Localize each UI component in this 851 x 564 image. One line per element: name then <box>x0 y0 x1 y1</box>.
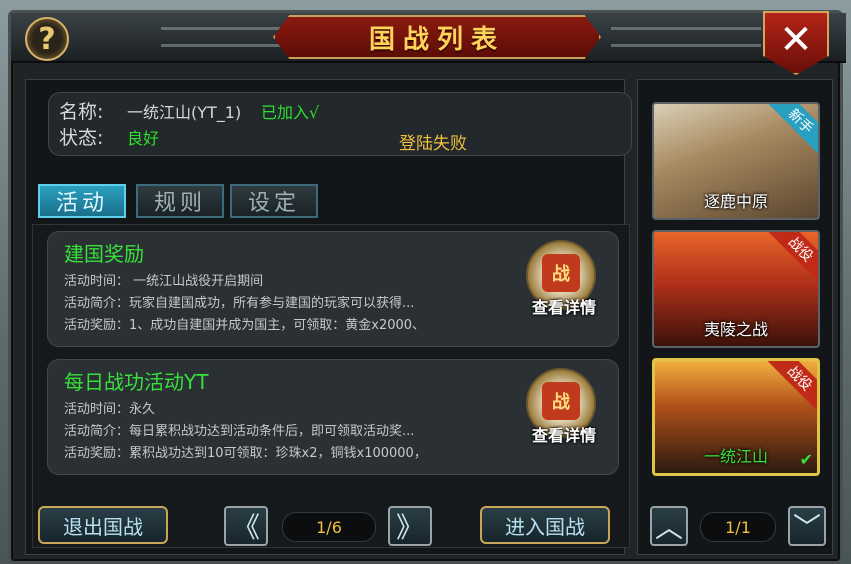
help-icon[interactable]: ? <box>25 17 69 61</box>
activity-intro: 活动简介：玩家自建国成功，所有参与建国的玩家可以获得... <box>64 296 415 311</box>
name-value: 一统江山(YT_1) <box>127 103 242 122</box>
server-thumb-zhulu[interactable]: 新手 逐鹿中原 <box>652 102 820 220</box>
activity-card: 每日战功活动YT 活动时间：永久 活动简介：每日累积战功达到活动条件后，即可领取… <box>47 359 619 475</box>
scroll-up-icon[interactable]: ︿ <box>650 506 688 546</box>
activity-title: 每日战功活动YT <box>64 370 209 394</box>
status-label: 状态: <box>59 127 104 149</box>
view-details-button[interactable]: 查看详情 <box>514 422 614 446</box>
view-details-button[interactable]: 查看详情 <box>514 294 614 318</box>
window-title: 国战列表 <box>368 24 505 55</box>
activity-panel: 名称: 一统江山(YT_1) 已加入√ 状态: 良好 登陆失败 活动 规则 设定… <box>25 79 632 555</box>
activity-title: 建国奖励 <box>64 242 144 266</box>
exit-war-button[interactable]: 退出国战 <box>38 506 168 544</box>
server-thumb-yitong[interactable]: 战役 一统江山 ✔ <box>652 358 820 476</box>
enter-war-button[interactable]: 进入国战 <box>480 506 610 544</box>
close-button[interactable]: ✕ <box>763 11 829 75</box>
activity-time: 活动时间：永久 <box>64 402 156 417</box>
server-tag: 战役 <box>767 361 817 411</box>
server-list-panel: 新手 逐鹿中原 战役 夷陵之战 战役 一统江山 ✔ ︿ 1/1 ﹀ <box>637 79 833 555</box>
activity-reward: 活动奖励：累积战功达到10可领取：珍珠x2，铜钱x100000， <box>64 446 427 461</box>
server-page-indicator: 1/1 <box>700 512 776 542</box>
activity-card: 建国奖励 活动时间： 一统江山战役开启期间 活动简介：玩家自建国成功，所有参与建… <box>47 231 619 347</box>
activity-intro: 活动简介：每日累积战功达到活动条件后，即可领取活动奖... <box>64 424 415 439</box>
server-name: 一统江山 <box>703 447 768 466</box>
login-status: 登陆失败 <box>399 134 467 154</box>
selected-check-icon: ✔ <box>799 450 813 469</box>
title-bar: 国战列表 ? ✕ <box>11 11 846 75</box>
next-page-icon[interactable]: 》 <box>388 506 432 546</box>
scroll-down-icon[interactable]: ﹀ <box>788 506 826 546</box>
server-name: 逐鹿中原 <box>703 192 768 211</box>
activity-reward: 活动奖励：1、成功自建国并成为国主，可领取：黄金x2000、 <box>64 318 426 333</box>
name-label: 名称: <box>59 101 104 123</box>
activity-list: 建国奖励 活动时间： 一统江山战役开启期间 活动简介：玩家自建国成功，所有参与建… <box>32 224 630 548</box>
war-badge-label: 战 <box>542 382 580 420</box>
tab-settings[interactable]: 设定 <box>230 184 318 218</box>
title-plate: 国战列表 <box>273 15 601 59</box>
page-indicator: 1/6 <box>282 512 376 542</box>
server-info-box: 名称: 一统江山(YT_1) 已加入√ 状态: 良好 登陆失败 <box>48 92 632 156</box>
joined-status: 已加入√ <box>261 103 320 122</box>
server-tag: 新手 <box>768 104 818 154</box>
war-badge-label: 战 <box>542 254 580 292</box>
activity-time: 活动时间： 一统江山战役开启期间 <box>64 274 264 289</box>
server-tag: 战役 <box>768 232 818 282</box>
tab-activity[interactable]: 活动 <box>38 184 126 218</box>
title-ornament-right <box>611 27 761 47</box>
server-name: 夷陵之战 <box>703 320 768 339</box>
war-list-window: 国战列表 ? ✕ 名称: 一统江山(YT_1) 已加入√ 状态: 良好 登陆失败… <box>8 10 846 564</box>
prev-page-icon[interactable]: 《 <box>224 506 268 546</box>
status-value: 良好 <box>127 129 160 148</box>
tab-rules[interactable]: 规则 <box>136 184 224 218</box>
server-thumb-yiling[interactable]: 战役 夷陵之战 <box>652 230 820 348</box>
